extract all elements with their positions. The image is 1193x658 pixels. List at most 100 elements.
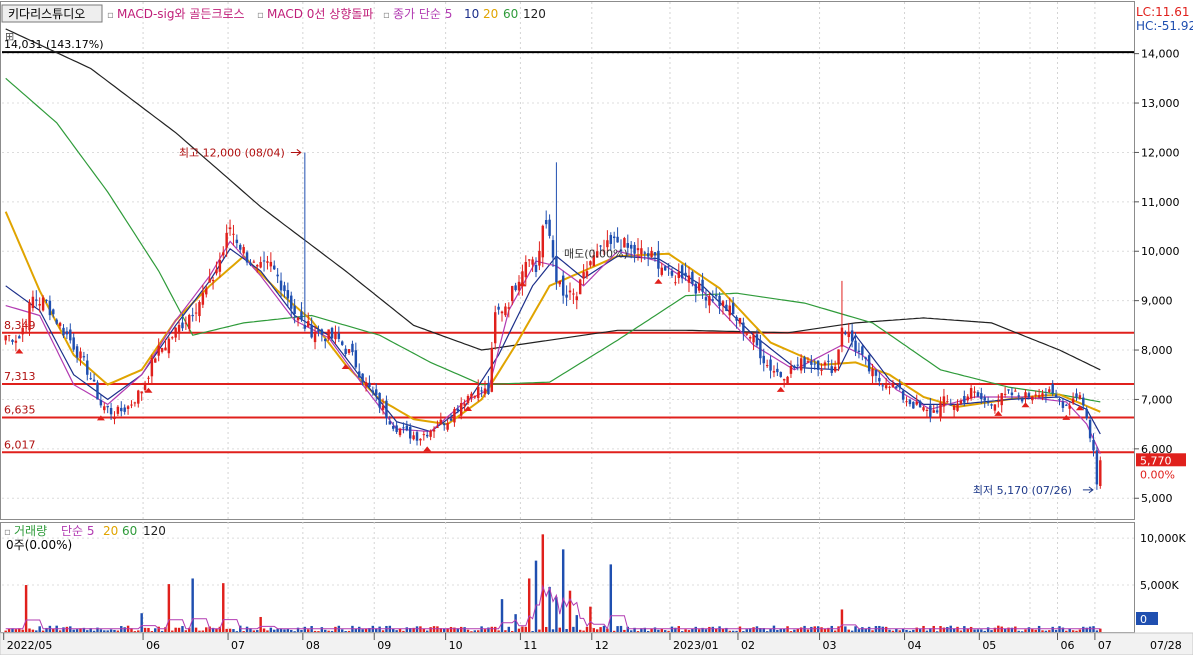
candle-body [361, 373, 364, 383]
volume-bar [361, 629, 364, 632]
volume-bar [745, 629, 748, 632]
candle-body [269, 261, 273, 267]
candle-body [701, 279, 704, 292]
candle-body [48, 300, 52, 316]
candle-body [456, 408, 460, 412]
candle-body [946, 401, 949, 403]
candle-body [310, 324, 313, 338]
candle-body [235, 239, 239, 244]
volume-bar [317, 631, 320, 633]
candle-body [11, 339, 14, 342]
candle-body [514, 285, 517, 291]
candle-body [425, 434, 429, 437]
volume-bar [395, 630, 398, 632]
candle-body [816, 360, 820, 370]
volume-bar [609, 564, 613, 632]
volume-bar [810, 626, 813, 632]
candle-body [748, 337, 752, 339]
candle-body [296, 317, 300, 321]
volume-bar [109, 629, 113, 632]
volume-bar [582, 630, 585, 632]
volume-bar [262, 628, 266, 632]
volume-bar [293, 631, 296, 633]
volume-bar [612, 630, 616, 632]
candle-body [507, 307, 511, 309]
candle-body [1075, 393, 1078, 398]
stock-chart-window: 14,031 (143.17%) 8,349 7,313 6,635 6,017 최고 … [0, 0, 1193, 656]
volume-ma-title[interactable]: 단순 5 [61, 524, 95, 538]
volume-bar [1027, 627, 1031, 632]
candle-body [623, 238, 626, 248]
lc-label: LC:11.61 [1136, 5, 1189, 19]
crosshair-toggle-icon[interactable]: ⊞ [5, 30, 14, 43]
candle-body [738, 317, 742, 324]
candle-body [395, 425, 398, 432]
horizontal-line-label: 14,031 (143.17%) [4, 38, 104, 51]
volume-bar [708, 626, 711, 632]
candle-body [1095, 450, 1099, 485]
candle-body [694, 283, 697, 294]
horizontal-line-label: 6,635 [4, 403, 36, 416]
volume-bar [990, 630, 993, 632]
candle-body [935, 410, 939, 413]
volume-bar [1051, 626, 1054, 632]
ma-legend-title[interactable]: 종가 단순 5 [393, 7, 452, 21]
volume-bar [514, 614, 517, 632]
candle-body [58, 322, 62, 326]
volume-bar [398, 628, 402, 632]
volume-bar [28, 628, 31, 632]
volume-bar [21, 629, 24, 632]
candle-body [1034, 394, 1037, 396]
candle-body [79, 351, 82, 359]
volume-bar [820, 627, 823, 632]
volume-bar [986, 627, 990, 632]
candle-body [453, 409, 456, 423]
volume-bar [558, 627, 562, 632]
indicator-bullet-2: ▫ [257, 10, 264, 21]
volume-bar [99, 629, 103, 632]
volume-bar [405, 627, 409, 632]
volume-bar [191, 578, 194, 632]
candle-body [256, 265, 259, 267]
candle-body [776, 368, 779, 373]
volume-bar [171, 630, 174, 632]
ma-legend-120: 120 [523, 7, 546, 21]
volume-ma-20: 20 [103, 524, 118, 538]
volume-bar [341, 629, 344, 632]
indicator-macd-zero-cross[interactable]: MACD 0선 상향돌파 [267, 7, 373, 21]
candle-body [1054, 394, 1058, 398]
volume-bar [592, 628, 596, 632]
volume-bar [493, 626, 497, 632]
candle-body [1010, 392, 1014, 396]
candle-body [1003, 393, 1007, 395]
volume-bar [969, 626, 973, 632]
volume-bar [103, 630, 106, 632]
candle-body [215, 269, 218, 274]
candle-body [527, 259, 531, 261]
volume-y-tick-label: 5,000K [1140, 579, 1179, 592]
indicator-bullet-1: ▫ [107, 10, 114, 21]
candle-body [1092, 439, 1095, 451]
volume-bar [521, 626, 524, 632]
candle-body [337, 333, 341, 339]
volume-bar [572, 626, 575, 632]
candle-body [888, 386, 891, 388]
volume-title[interactable]: 거래량 [14, 524, 47, 538]
candle-body [7, 334, 11, 336]
candle-body [820, 369, 823, 371]
volume-bar [181, 626, 184, 632]
volume-bar [75, 629, 79, 632]
candle-body [439, 419, 443, 424]
volume-bar [905, 629, 908, 632]
volume-bar [599, 627, 602, 632]
candle-body [381, 405, 385, 410]
volume-bar [266, 630, 269, 632]
indicator-macd-sig-cross[interactable]: MACD-sig와 골든크로스 [117, 7, 245, 21]
candle-body [300, 311, 303, 320]
candle-body [38, 303, 41, 306]
volume-bar [595, 629, 599, 632]
volume-bar [4, 630, 7, 632]
candle-body [939, 402, 942, 417]
volume-bar [449, 626, 453, 632]
volume-bar [901, 628, 905, 632]
